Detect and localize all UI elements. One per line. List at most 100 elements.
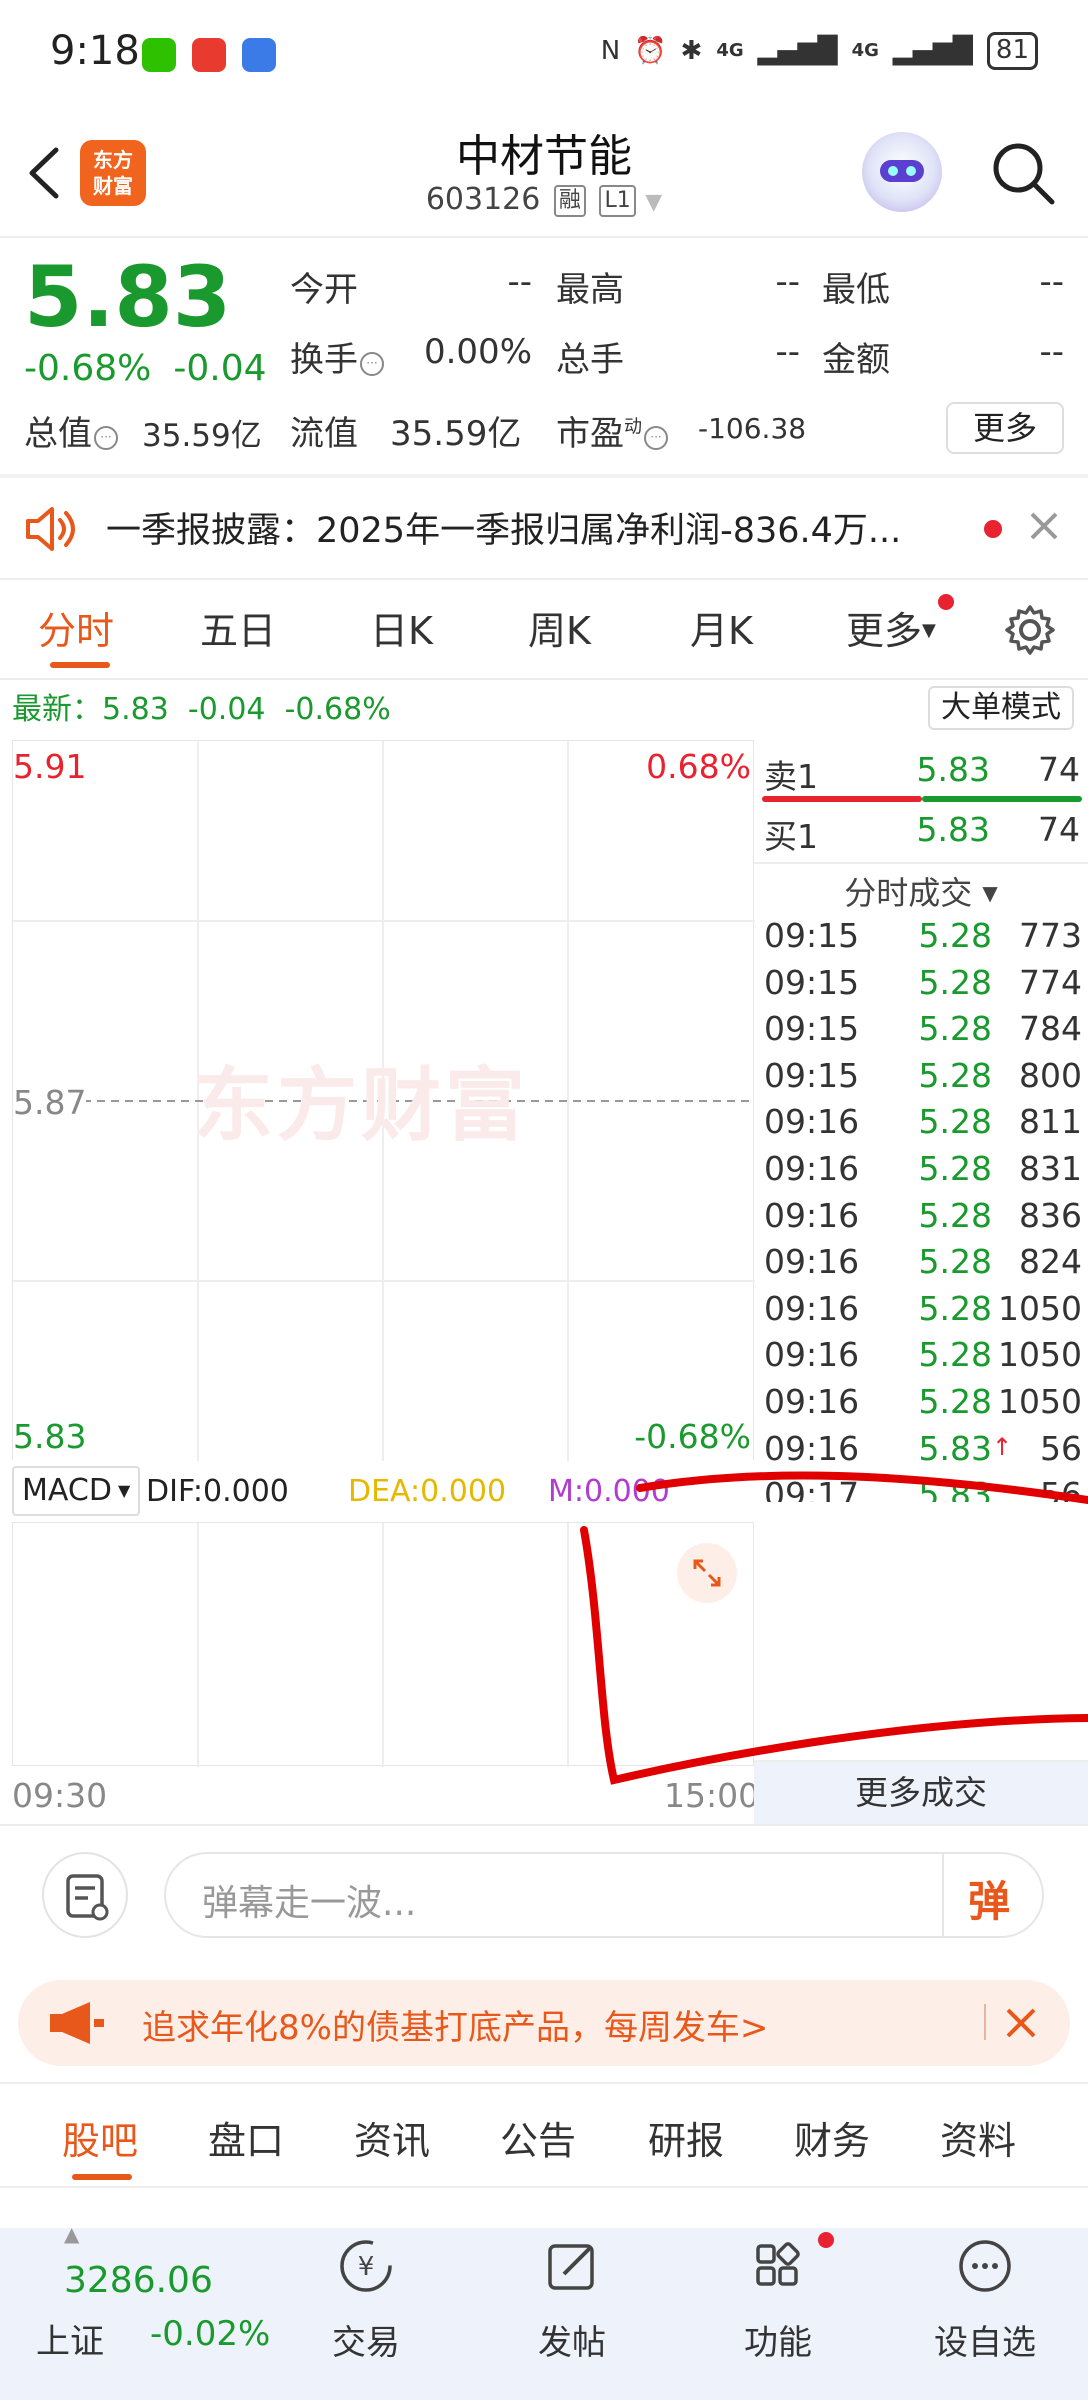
macd-indicator-bar: MACD ▼ DIF:0.000 DEA:0.000 M:0.000 xyxy=(12,1462,754,1522)
more-dots-icon xyxy=(959,2240,1011,2292)
big-order-mode-button[interactable]: 大单模式 xyxy=(928,686,1074,730)
nav-add-watchlist[interactable]: 设自选 xyxy=(930,2234,1040,2364)
sell-1-volume: 74 xyxy=(1038,750,1080,789)
functions-badge-dot xyxy=(818,2232,834,2248)
tab-research[interactable]: 研报 xyxy=(648,2110,724,2165)
trade-time: 09:16 xyxy=(764,1335,860,1375)
buy-1-volume: 74 xyxy=(1038,810,1080,849)
time-axis-end: 15:00 xyxy=(664,1776,760,1815)
intraday-chart[interactable]: 东方财富 5.91 0.68% 5.87 5.83 -0.68% xyxy=(12,740,755,1461)
tab-announcements[interactable]: 公告 xyxy=(500,2110,576,2165)
more-trades-button[interactable]: 更多成交 xyxy=(754,1762,1088,1824)
dropdown-icon: ▼ xyxy=(645,190,663,215)
tab-news[interactable]: 资讯 xyxy=(354,2110,430,2165)
up-arrow-icon: ↑ xyxy=(992,1432,1013,1461)
info-icon[interactable]: ··· xyxy=(644,426,668,450)
index-name: 上证 xyxy=(36,2322,104,2362)
divider xyxy=(754,862,1088,864)
sell-strength-bar xyxy=(762,796,922,802)
trade-price-value: 5.28 xyxy=(918,1288,992,1328)
trade-volume: 824 xyxy=(1019,1242,1082,1282)
low-label: 最低 xyxy=(822,270,890,310)
info-icon[interactable]: ··· xyxy=(360,352,384,376)
trade-time: 09:16 xyxy=(764,1102,860,1142)
trade-list[interactable]: 09:15 5.28 773 09:15 5.28 774 09:15 5.28 784 09:1… xyxy=(754,916,1088,1502)
macd-dea: DEA:0.000 xyxy=(348,1474,507,1509)
trade-row: 09:15 5.28 774 xyxy=(764,963,1082,1009)
latest-line: 最新：5.83 -0.04 -0.68% xyxy=(12,684,391,728)
tab-pankou[interactable]: 盘口 xyxy=(208,2110,284,2165)
tab-monthly-k[interactable]: 月K xyxy=(690,600,753,655)
trade-price: 5.28 xyxy=(919,916,992,955)
macd-selector-label: MACD xyxy=(22,1473,112,1508)
grid-icon xyxy=(756,2242,800,2286)
open-value: -- xyxy=(507,262,532,302)
level-tag: L1 xyxy=(599,185,636,217)
trade-price-value: 5.28 xyxy=(918,1242,992,1282)
signal-1-icon: ▂▄▆█ xyxy=(757,36,838,66)
index-value: 3286.06 xyxy=(64,2260,213,2301)
settings-gear-icon[interactable] xyxy=(1004,604,1056,656)
more-quote-button[interactable]: 更多 xyxy=(946,402,1064,454)
nav-post-label: 发帖 xyxy=(538,2323,606,2363)
close-icon[interactable] xyxy=(1026,508,1062,544)
tab-weekly-k[interactable]: 周K xyxy=(528,600,591,655)
trade-volume: 56 xyxy=(1040,1475,1082,1502)
trade-row: 09:15 5.28 773 xyxy=(764,916,1082,962)
status-bar: 9:18 N ⏰ ✱ 4G ▂▄▆█ 4G ▂▄▆█ 81 xyxy=(0,0,1088,110)
trade-time: 09:16 xyxy=(764,1149,860,1188)
nav-trade[interactable]: ¥ 交易 xyxy=(316,2234,416,2364)
nav-functions[interactable]: 功能 xyxy=(728,2234,828,2364)
danmu-send-button[interactable]: 弹 xyxy=(968,1868,1010,1929)
macd-m: M:0.000 xyxy=(548,1474,670,1509)
trade-row: 09:16 5.28 1050 xyxy=(764,1382,1082,1428)
trades-header[interactable]: 分时成交 ▼ xyxy=(754,868,1088,914)
promo-banner[interactable]: 追求年化8%的债基打底产品，每周发车> xyxy=(18,1980,1070,2066)
trade-row: 09:16 5.28 831 xyxy=(764,1149,1082,1195)
notice-bar[interactable]: 一季报披露：2025年一季报归属净利润-836.4万... xyxy=(0,478,1088,578)
tab-financials[interactable]: 财务 xyxy=(794,2110,870,2165)
tab-five-day[interactable]: 五日 xyxy=(200,600,276,655)
close-icon[interactable] xyxy=(1002,2004,1040,2042)
nav-post[interactable]: 发帖 xyxy=(522,2234,622,2364)
ai-assistant-avatar[interactable] xyxy=(862,132,942,212)
tab-profile[interactable]: 资料 xyxy=(940,2110,1016,2165)
trade-price-value: 5.28 xyxy=(918,1149,992,1188)
nav-add-watchlist-label: 设自选 xyxy=(934,2323,1036,2363)
trade-volume: 784 xyxy=(1019,1009,1082,1049)
divider xyxy=(0,1824,1088,1826)
pe-label-text: 市盈 xyxy=(556,414,624,454)
search-icon[interactable] xyxy=(988,138,1058,208)
mktcap-label-text: 总值 xyxy=(24,414,92,454)
wifi-app-icon xyxy=(242,38,276,72)
svg-text:¥: ¥ xyxy=(358,2252,375,2282)
divider xyxy=(0,2186,1088,2188)
trade-price-value: 5.28 xyxy=(918,962,992,1002)
pe-label: 市盈动 ··· xyxy=(556,406,668,455)
mktcap-value: 35.59亿 xyxy=(142,418,262,454)
info-icon[interactable]: ··· xyxy=(94,426,118,450)
expand-icon[interactable] xyxy=(677,1543,737,1603)
trade-price: 5.28 xyxy=(919,1289,992,1328)
trade-price: 5.28 xyxy=(919,1009,992,1048)
danmu-settings-icon[interactable] xyxy=(42,1852,128,1938)
turnover-value: 0.00% xyxy=(423,332,532,372)
chart-bottom-percent: -0.68% xyxy=(634,1417,751,1456)
change-percent: -0.68% xyxy=(24,348,152,389)
macd-grid xyxy=(197,1523,569,1767)
tab-guba[interactable]: 股吧 xyxy=(62,2110,138,2165)
index-ticker[interactable]: ▲ 3286.06 上证 -0.02% xyxy=(20,2222,270,2370)
tab-daily-k[interactable]: 日K xyxy=(370,600,433,655)
macd-selector[interactable]: MACD ▼ xyxy=(12,1466,140,1516)
tab-more[interactable]: 更多▼ xyxy=(846,600,936,655)
tab-intraday[interactable]: 分时 xyxy=(38,600,114,655)
trade-price-value: 5.28 xyxy=(918,1382,992,1421)
danmu-input[interactable]: 弹幕走一波... 弹 xyxy=(164,1852,1044,1938)
alarm-icon: ⏰ xyxy=(634,36,667,66)
buy-1-row[interactable]: 买1 5.83 74 xyxy=(764,810,1080,866)
current-price: 5.83 xyxy=(24,248,232,346)
macd-chart[interactable] xyxy=(12,1522,754,1767)
turnover-label: 换手 ··· xyxy=(290,332,384,381)
latest-price: 5.83 xyxy=(102,692,169,727)
danmu-placeholder: 弹幕走一波... xyxy=(202,1883,417,1924)
